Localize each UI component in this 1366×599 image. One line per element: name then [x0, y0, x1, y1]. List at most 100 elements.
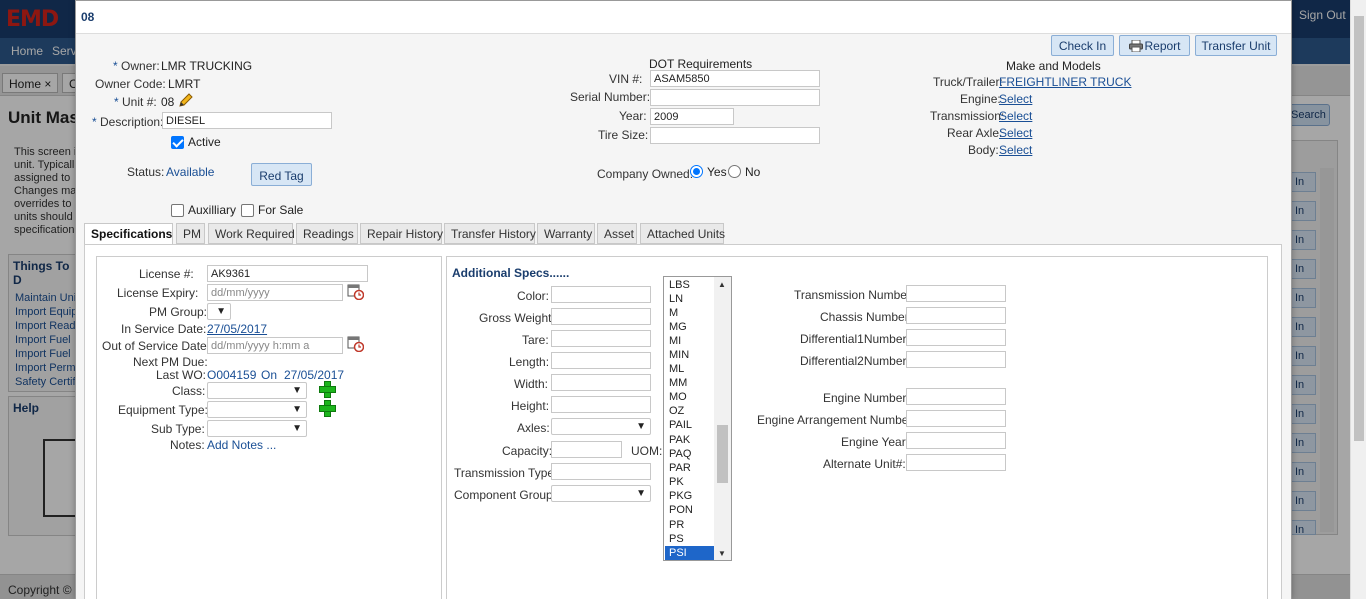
transmission-type-input[interactable]: [551, 463, 651, 480]
uom-listbox[interactable]: LBS LN M MG MI MIN ML MM MO OZ PAIL PAK …: [663, 276, 732, 561]
scroll-up-icon[interactable]: ▲: [718, 280, 726, 289]
alternate-unit-input[interactable]: [906, 454, 1006, 471]
uom-option[interactable]: PK: [665, 475, 715, 489]
uom-listbox-scroll-thumb[interactable]: [717, 425, 728, 483]
uom-listbox-scrollbar[interactable]: ▲ ▼: [714, 277, 731, 560]
pm-group-label: PM Group:: [149, 305, 208, 319]
page-scrollbar-thumb[interactable]: [1354, 16, 1364, 441]
uom-option[interactable]: MI: [665, 334, 715, 348]
equipment-type-select[interactable]: ▼: [207, 401, 307, 418]
uom-option[interactable]: MM: [665, 376, 715, 390]
year-input[interactable]: [650, 108, 734, 125]
description-input[interactable]: [162, 112, 332, 129]
serial-number-input[interactable]: [650, 89, 820, 106]
tab-asset[interactable]: Asset: [597, 223, 637, 244]
uom-option[interactable]: M: [665, 306, 715, 320]
tab-repair-history[interactable]: Repair History: [360, 223, 443, 244]
tab-work-required[interactable]: Work Required: [208, 223, 295, 244]
capacity-label: Capacity:: [502, 444, 553, 458]
unit-number-label: * Unit #:: [114, 95, 157, 109]
last-wo-link[interactable]: O004159: [207, 368, 256, 382]
width-input[interactable]: [551, 374, 651, 391]
chevron-down-icon: ▼: [636, 421, 646, 432]
license-number-input[interactable]: [207, 265, 368, 282]
tab-warranty[interactable]: Warranty: [537, 223, 595, 244]
body-select-link[interactable]: Select: [999, 143, 1032, 157]
differential1-number-input[interactable]: [906, 329, 1006, 346]
pencil-edit-icon[interactable]: [178, 93, 193, 108]
calendar-icon[interactable]: [347, 283, 365, 301]
class-select[interactable]: ▼: [207, 382, 307, 399]
uom-option[interactable]: MO: [665, 390, 715, 404]
tare-input[interactable]: [551, 330, 651, 347]
length-input[interactable]: [551, 352, 651, 369]
tire-size-input[interactable]: [650, 127, 820, 144]
tab-attached-units[interactable]: Attached Units: [640, 223, 725, 244]
uom-option[interactable]: LN: [665, 292, 715, 306]
company-owned-no-radio[interactable]: [728, 165, 741, 178]
chevron-down-icon: ▼: [636, 488, 646, 499]
auxiliary-checkbox[interactable]: [171, 204, 184, 217]
report-button[interactable]: Report: [1119, 35, 1190, 56]
axles-select[interactable]: ▼: [551, 418, 651, 435]
body-label: Body:: [968, 143, 999, 157]
component-group-select[interactable]: ▼: [551, 485, 651, 502]
engine-label: Engine:: [960, 92, 1001, 106]
tab-readings[interactable]: Readings: [296, 223, 358, 244]
uom-option[interactable]: MIN: [665, 348, 715, 362]
calendar-icon[interactable]: [347, 335, 365, 353]
truck-trailer-link[interactable]: FREIGHTLINER TRUCK: [999, 75, 1131, 89]
engine-year-input[interactable]: [906, 432, 1006, 449]
check-in-button[interactable]: Check In: [1051, 35, 1114, 56]
uom-option[interactable]: PR: [665, 518, 715, 532]
active-checkbox[interactable]: [171, 136, 184, 149]
pm-group-select[interactable]: ▼: [207, 303, 231, 320]
uom-option[interactable]: PAR: [665, 461, 715, 475]
scroll-down-icon[interactable]: ▼: [718, 549, 726, 558]
add-class-icon[interactable]: [319, 381, 336, 398]
add-notes-link[interactable]: Add Notes ...: [207, 438, 276, 452]
in-service-date-link[interactable]: 27/05/2017: [207, 322, 267, 336]
license-expiry-input[interactable]: [207, 284, 343, 301]
company-owned-yes-radio[interactable]: [690, 165, 703, 178]
engine-select-link[interactable]: Select: [999, 92, 1032, 106]
uom-option[interactable]: PKG: [665, 489, 715, 503]
gross-weight-input[interactable]: [551, 308, 651, 325]
rear-axle-select-link[interactable]: Select: [999, 126, 1032, 140]
red-tag-button[interactable]: Red Tag: [251, 163, 312, 186]
uom-option[interactable]: OZ: [665, 404, 715, 418]
uom-option[interactable]: PAQ: [665, 447, 715, 461]
vin-input[interactable]: [650, 70, 820, 87]
chassis-number-input[interactable]: [906, 307, 1006, 324]
uom-option-selected[interactable]: PSI: [665, 546, 715, 560]
uom-option[interactable]: PS: [665, 532, 715, 546]
transmission-number-input[interactable]: [906, 285, 1006, 302]
tab-transfer-history[interactable]: Transfer History: [444, 223, 536, 244]
engine-number-input[interactable]: [906, 388, 1006, 405]
color-input[interactable]: [551, 286, 651, 303]
transfer-unit-button[interactable]: Transfer Unit: [1195, 35, 1277, 56]
uom-option[interactable]: PON: [665, 503, 715, 517]
sub-type-select[interactable]: ▼: [207, 420, 307, 437]
differential2-number-label: Differential2Number:: [800, 354, 910, 368]
add-equipment-type-icon[interactable]: [319, 400, 336, 417]
engine-number-label: Engine Number:: [823, 391, 910, 405]
transmission-select-link[interactable]: Select: [999, 109, 1032, 123]
last-wo-on-label: On: [261, 368, 278, 382]
capacity-input[interactable]: [551, 441, 622, 458]
differential1-number-label: Differential1Number:: [800, 332, 910, 346]
uom-option[interactable]: LBS: [665, 278, 715, 292]
tab-pm[interactable]: PM: [176, 223, 205, 244]
alternate-unit-label: Alternate Unit#:: [823, 457, 906, 471]
tab-specifications[interactable]: Specifications: [84, 223, 173, 245]
out-of-service-date-input[interactable]: [207, 337, 343, 354]
differential2-number-input[interactable]: [906, 351, 1006, 368]
height-input[interactable]: [551, 396, 651, 413]
uom-option[interactable]: ML: [665, 362, 715, 376]
engine-arrangement-number-input[interactable]: [906, 410, 1006, 427]
uom-option[interactable]: PAK: [665, 433, 715, 447]
for-sale-checkbox[interactable]: [241, 204, 254, 217]
page-scrollbar[interactable]: [1350, 0, 1366, 599]
uom-option[interactable]: PAIL: [665, 418, 715, 432]
uom-option[interactable]: MG: [665, 320, 715, 334]
